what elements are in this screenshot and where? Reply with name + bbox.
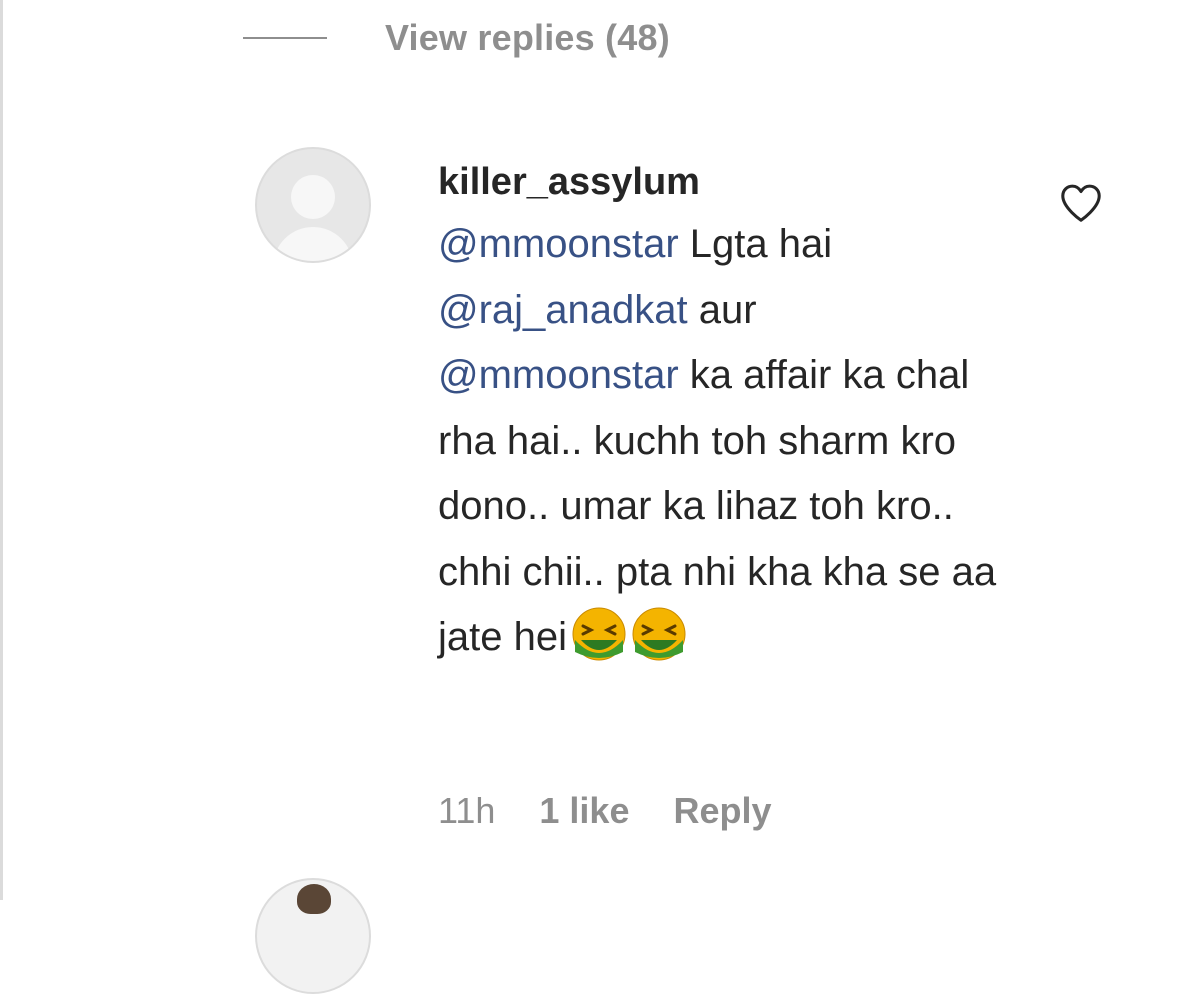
comment-text-segment: aur bbox=[687, 287, 757, 332]
comment-text-segment: ka affair ka chal rha hai.. kuchh toh sh… bbox=[438, 353, 997, 659]
view-replies-label[interactable]: View replies (48) bbox=[385, 17, 670, 59]
mention-link[interactable]: @raj_anadkat bbox=[438, 288, 688, 332]
avatar[interactable] bbox=[255, 147, 371, 263]
default-avatar-shoulders bbox=[273, 227, 353, 261]
comment-text: @mmoonstar Lgta hai @raj_anadkat aur @mm… bbox=[438, 212, 1038, 671]
default-avatar-head bbox=[291, 175, 335, 219]
comment: killer_assylum @mmoonstar Lgta hai @raj_… bbox=[438, 152, 1038, 671]
profile-photo bbox=[297, 884, 331, 914]
comment-username[interactable]: killer_assylum bbox=[438, 152, 1038, 212]
mention-link[interactable]: @mmoonstar bbox=[438, 353, 679, 397]
panel-border bbox=[0, 0, 3, 900]
mention-link[interactable]: @mmoonstar bbox=[438, 222, 679, 266]
next-comment-username-partial[interactable] bbox=[438, 878, 838, 900]
next-comment-avatar[interactable] bbox=[255, 878, 371, 994]
view-replies-button[interactable]: View replies (48) bbox=[243, 14, 670, 62]
comment-text-segment: Lgta hai bbox=[678, 222, 833, 266]
comment-timestamp[interactable]: 11h bbox=[438, 790, 495, 832]
nauseated-face-emoji bbox=[572, 607, 626, 661]
comment-meta: 11h 1 like Reply bbox=[438, 786, 772, 836]
replies-divider-line bbox=[243, 37, 327, 39]
nauseated-face-emoji bbox=[632, 607, 686, 661]
comment-likes-count[interactable]: 1 like bbox=[539, 790, 629, 832]
heart-outline-icon[interactable] bbox=[1058, 180, 1104, 226]
reply-button[interactable]: Reply bbox=[673, 790, 771, 832]
